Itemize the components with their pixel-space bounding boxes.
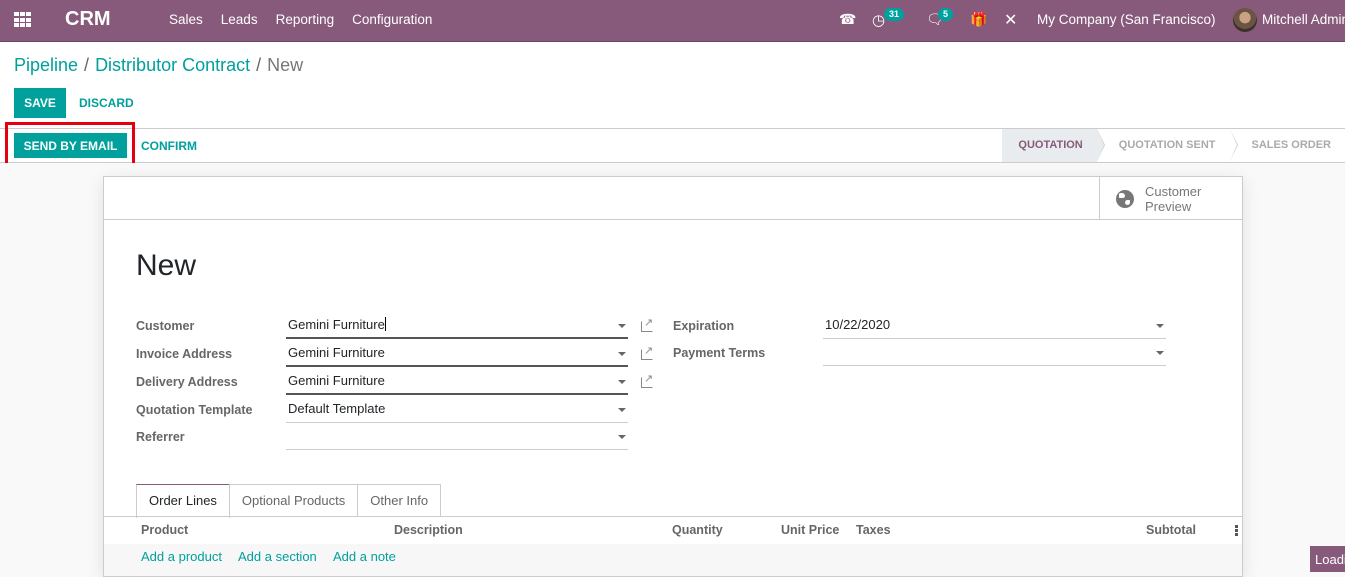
breadcrumb: Pipeline / Distributor Contract / New [14, 55, 303, 76]
dropdown-caret-icon[interactable] [618, 352, 626, 356]
confirm-button[interactable]: Confirm [135, 133, 203, 158]
menu-item-sales[interactable]: Sales [169, 12, 203, 27]
dropdown-caret-icon[interactable] [618, 324, 626, 328]
save-button[interactable]: Save [14, 88, 66, 118]
add-product-link[interactable]: Add a product [141, 549, 222, 564]
delivery-address-label: Delivery Address [136, 375, 238, 389]
column-product[interactable]: Product [141, 523, 188, 537]
breadcrumb-separator: / [84, 55, 90, 75]
stage-sales-order[interactable]: Sales Order [1230, 129, 1345, 162]
expiration-field[interactable]: 10/22/2020 [823, 313, 1166, 339]
column-quantity[interactable]: Quantity [672, 523, 723, 537]
referrer-field[interactable] [286, 424, 628, 450]
external-link-icon[interactable] [641, 372, 653, 388]
invoice-address-label: Invoice Address [136, 347, 233, 361]
quotation-template-label: Quotation Template [136, 403, 253, 417]
dropdown-caret-icon[interactable] [618, 408, 626, 412]
referrer-label: Referrer [136, 430, 185, 444]
dropdown-caret-icon[interactable] [618, 435, 626, 439]
debug-tools-icon[interactable]: ✕ [1004, 10, 1017, 30]
company-switcher[interactable]: My Company (San Francisco) [1037, 12, 1216, 27]
messages-badge: 5 [938, 8, 954, 21]
payment-terms-label: Payment Terms [673, 346, 766, 360]
customer-preview-button[interactable]: Customer Preview [1099, 177, 1242, 220]
column-taxes[interactable]: Taxes [856, 523, 891, 537]
order-lines-header: Product Description Quantity Unit Price … [104, 516, 1242, 544]
text-cursor [384, 317, 386, 331]
tab-order-lines[interactable]: Order Lines [136, 484, 230, 518]
external-link-icon[interactable] [641, 344, 653, 360]
optional-columns-kebab-icon[interactable] [1235, 525, 1238, 536]
order-lines-body: Add a product Add a section Add a note [104, 544, 1242, 576]
phone-icon[interactable]: ☎ [839, 11, 856, 28]
apps-menu-icon[interactable] [14, 12, 32, 28]
breadcrumb-current: New [267, 55, 304, 75]
stage-quotation[interactable]: Quotation [1002, 129, 1106, 162]
send-by-email-button[interactable]: Send by Email [14, 133, 127, 158]
smart-button-box: Customer Preview [104, 177, 1242, 220]
menu-item-configuration[interactable]: Configuration [352, 12, 432, 27]
column-subtotal[interactable]: Subtotal [1146, 523, 1196, 537]
user-avatar[interactable] [1233, 8, 1257, 32]
activity-badge: 31 [884, 8, 905, 21]
column-unit-price[interactable]: Unit Price [781, 523, 839, 537]
discard-button[interactable]: Discard [73, 88, 140, 118]
expiration-label: Expiration [673, 319, 735, 333]
dropdown-caret-icon[interactable] [1156, 324, 1164, 328]
breadcrumb-distributor-contract[interactable]: Distributor Contract [95, 55, 250, 75]
main-menu: Sales Leads Reporting Configuration [160, 12, 441, 27]
add-note-link[interactable]: Add a note [333, 549, 396, 564]
dropdown-caret-icon[interactable] [618, 380, 626, 384]
breadcrumb-separator: / [256, 55, 262, 75]
app-brand[interactable]: CRM [65, 8, 111, 31]
delivery-address-field[interactable]: Gemini Furniture [286, 369, 628, 395]
external-link-icon[interactable] [641, 316, 653, 332]
customer-preview-label: Customer Preview [1145, 183, 1202, 214]
top-navbar: CRM Sales Leads Reporting Configuration … [0, 0, 1345, 42]
customer-field[interactable]: Gemini Furniture [286, 313, 628, 339]
add-section-link[interactable]: Add a section [238, 549, 317, 564]
column-description[interactable]: Description [394, 523, 463, 537]
form-sheet: Customer Preview New Customer Gemini Fur… [103, 176, 1243, 577]
stage-quotation-sent[interactable]: Quotation Sent [1097, 129, 1238, 162]
globe-icon [1116, 189, 1134, 208]
notebook-tabs: Order Lines Optional Products Other Info [136, 484, 442, 518]
menu-item-leads[interactable]: Leads [221, 12, 258, 27]
payment-terms-field[interactable] [823, 340, 1166, 366]
record-title: New [136, 249, 197, 282]
loading-indicator: Loading [1310, 546, 1345, 572]
tab-optional-products[interactable]: Optional Products [228, 484, 359, 517]
user-menu[interactable]: Mitchell Admin [1262, 12, 1345, 27]
stage-pipeline: Quotation Quotation Sent Sales Order [1002, 129, 1345, 162]
menu-item-reporting[interactable]: Reporting [276, 12, 335, 27]
gift-icon[interactable]: 🎁 [970, 11, 987, 28]
quotation-template-field[interactable]: Default Template [286, 397, 628, 423]
invoice-address-field[interactable]: Gemini Furniture [286, 341, 628, 367]
dropdown-caret-icon[interactable] [1156, 351, 1164, 355]
tab-other-info[interactable]: Other Info [357, 484, 442, 517]
breadcrumb-pipeline[interactable]: Pipeline [14, 55, 78, 75]
status-bar: Send by Email Confirm Quotation Quotatio… [0, 128, 1345, 163]
customer-label: Customer [136, 319, 195, 333]
